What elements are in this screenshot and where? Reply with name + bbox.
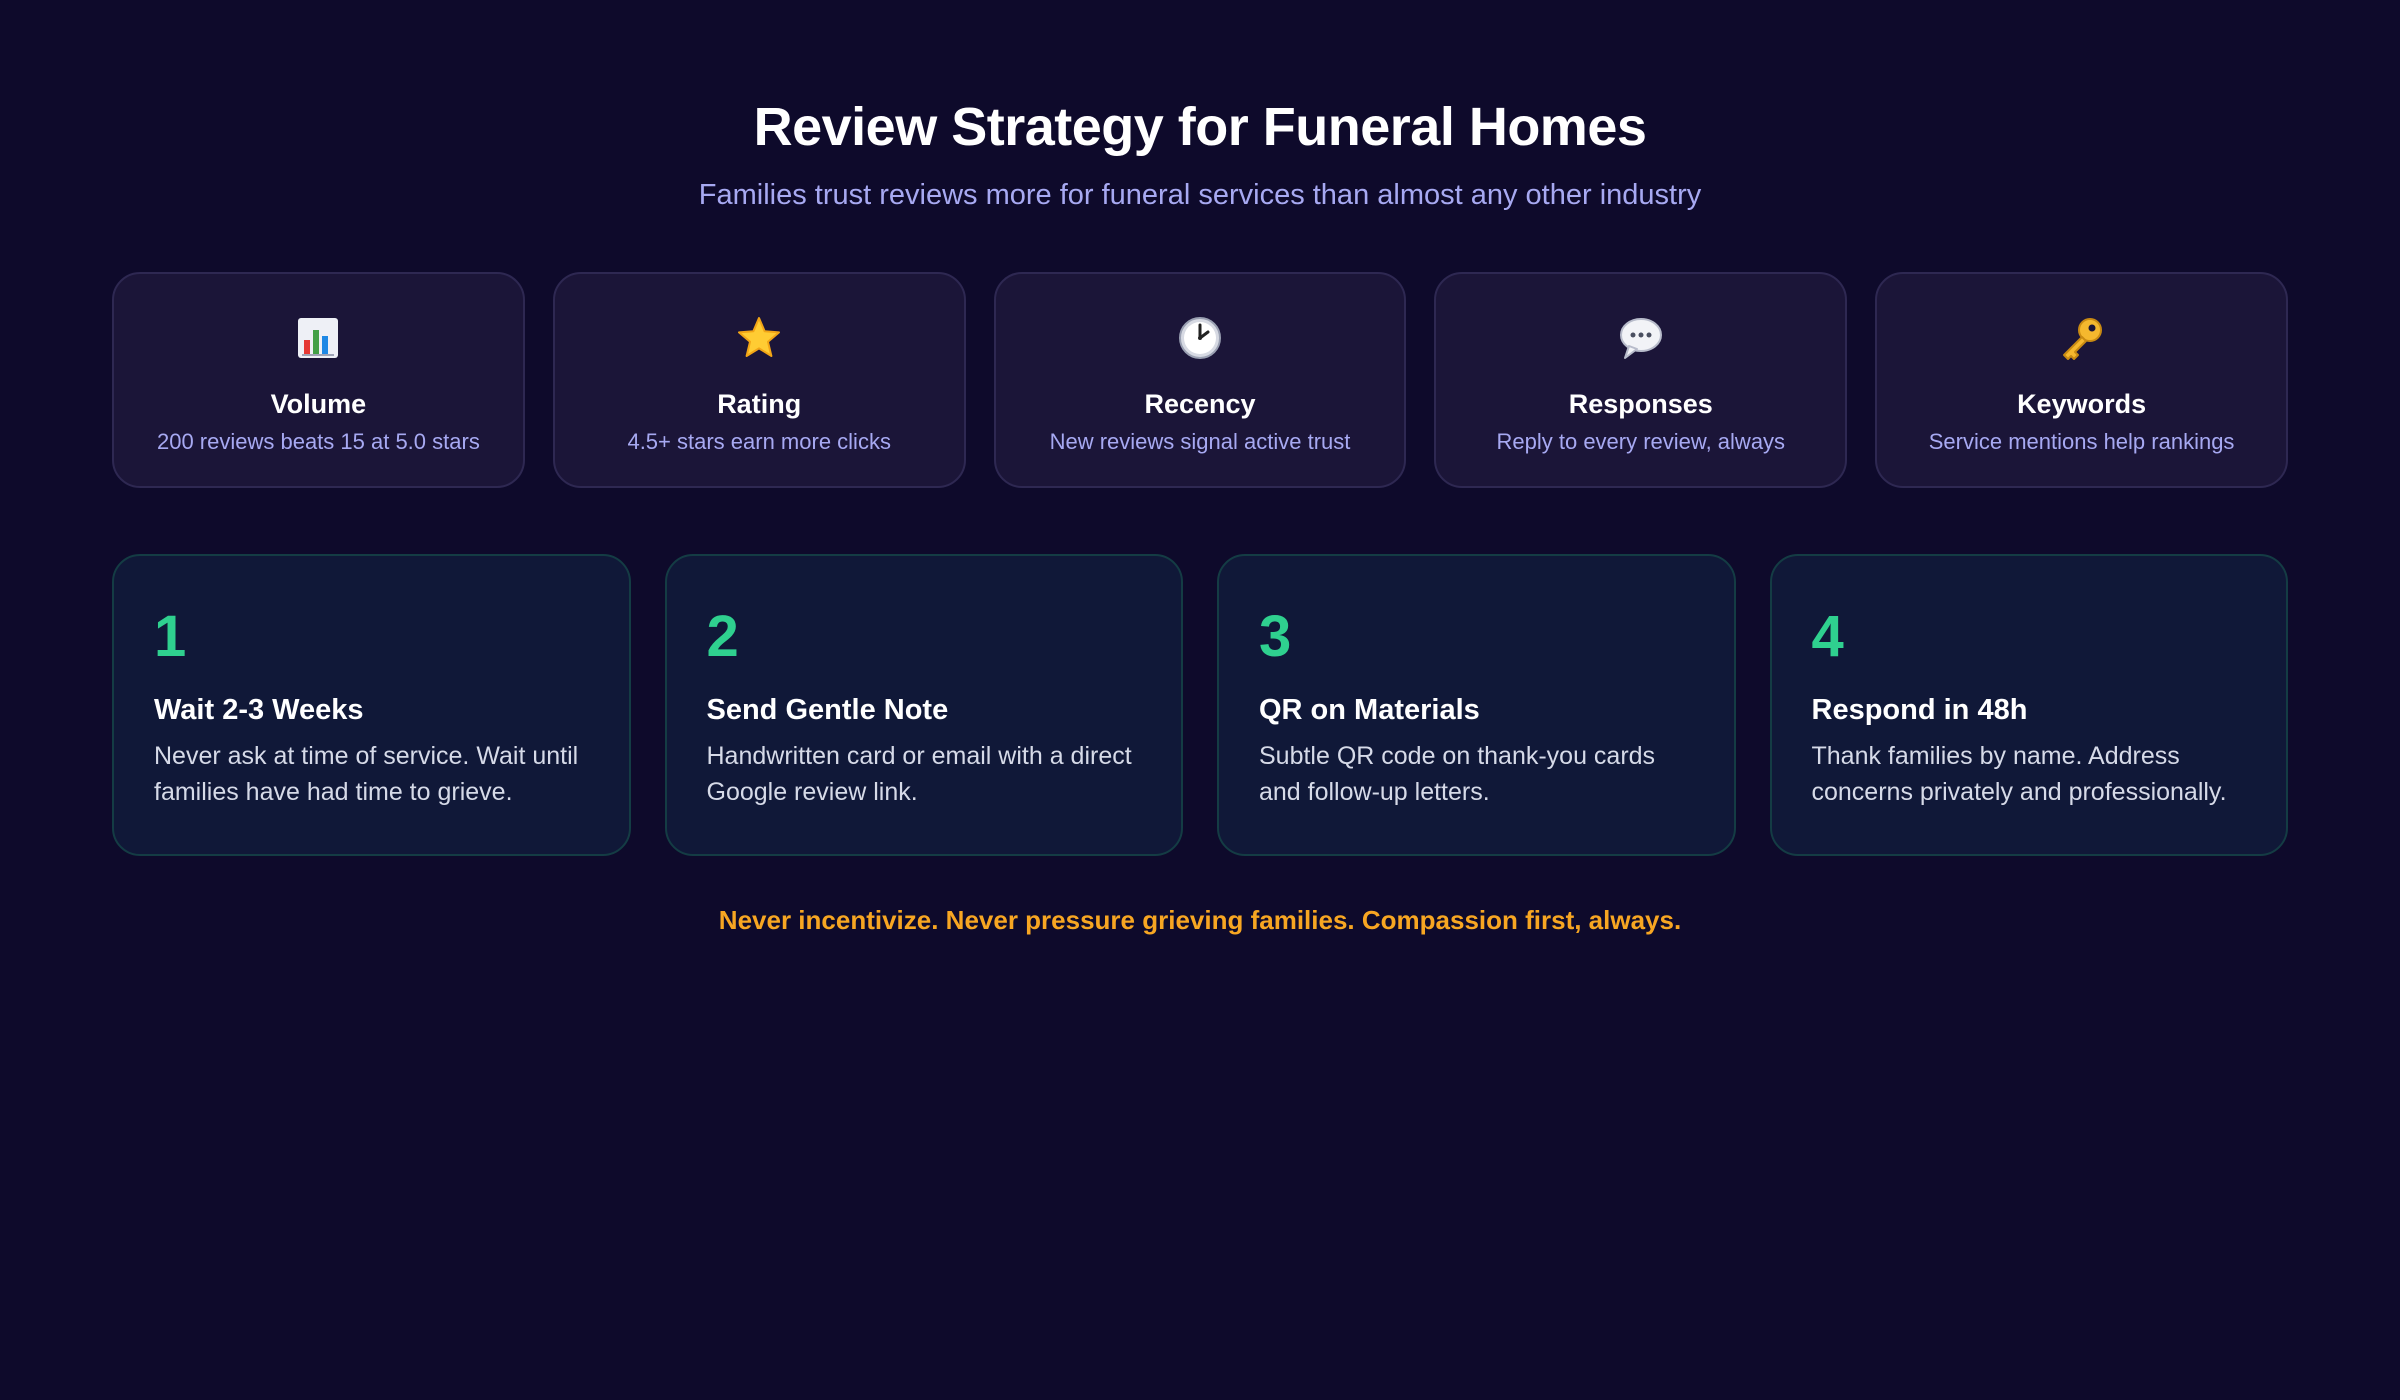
factor-title: Responses — [1568, 389, 1713, 419]
step-number: 4 — [1811, 604, 1844, 669]
step-description: Handwritten card or email with a direct … — [706, 742, 1132, 806]
star-icon — [735, 314, 783, 362]
factor-description: Reply to every review, always — [1496, 429, 1786, 454]
factor-description: New reviews signal active trust — [1049, 429, 1351, 454]
clock-icon — [1176, 314, 1224, 362]
footer-note: Never incentivize. Never pressure grievi… — [718, 905, 1682, 935]
step-number: 3 — [1259, 604, 1292, 669]
speech-bubble-icon — [1617, 314, 1665, 362]
factor-description: 200 reviews beats 15 at 5.0 stars — [156, 429, 480, 454]
step-number: 1 — [154, 604, 187, 669]
step-title: Send Gentle Note — [706, 694, 949, 726]
step-title: QR on Materials — [1259, 694, 1480, 726]
factor-card-recency: Recency New reviews signal active trust — [993, 272, 1407, 488]
factor-card-volume: Volume 200 reviews beats 15 at 5.0 stars — [112, 272, 525, 488]
factor-cards: Volume 200 reviews beats 15 at 5.0 stars… — [112, 272, 2288, 488]
factor-title: Keywords — [2017, 389, 2147, 419]
page-subtitle: Families trust reviews more for funeral … — [698, 179, 1702, 211]
bar-chart-icon — [294, 314, 342, 362]
step-card-1: 1 Wait 2-3 Weeks Never ask at time of se… — [112, 554, 631, 856]
step-title: Respond in 48h — [1811, 694, 2028, 726]
step-description: Subtle QR code on thank-you cards and fo… — [1259, 742, 1656, 806]
header: Review Strategy for Funeral Homes Famili… — [0, 92, 2400, 214]
factor-title: Recency — [1144, 389, 1256, 419]
page-title: Review Strategy for Funeral Homes — [753, 97, 1647, 157]
step-number: 2 — [706, 604, 739, 669]
factor-title: Volume — [270, 389, 367, 419]
page: Review Strategy for Funeral Homes Famili… — [0, 0, 2400, 1400]
step-card-3: 3 QR on Materials Subtle QR code on than… — [1217, 554, 1736, 856]
factor-card-rating: Rating 4.5+ stars earn more clicks — [552, 272, 966, 488]
step-card-4: 4 Respond in 48h Thank families by name.… — [1769, 554, 2288, 856]
factor-card-responses: Responses Reply to every review, always — [1434, 272, 1848, 488]
factor-description: 4.5+ stars earn more clicks — [627, 429, 891, 454]
factor-card-keywords: Keywords Service mentions help rankings — [1875, 272, 2288, 488]
factor-description: Service mentions help rankings — [1928, 429, 2235, 454]
step-description: Thank families by name. Address concerns… — [1811, 742, 2227, 806]
key-icon — [2058, 314, 2106, 362]
step-cards: 1 Wait 2-3 Weeks Never ask at time of se… — [112, 554, 2288, 856]
step-description: Never ask at time of service. Wait until… — [154, 742, 579, 806]
step-card-2: 2 Send Gentle Note Handwritten card or e… — [664, 554, 1183, 856]
factor-title: Rating — [717, 389, 802, 419]
step-title: Wait 2-3 Weeks — [154, 694, 364, 726]
